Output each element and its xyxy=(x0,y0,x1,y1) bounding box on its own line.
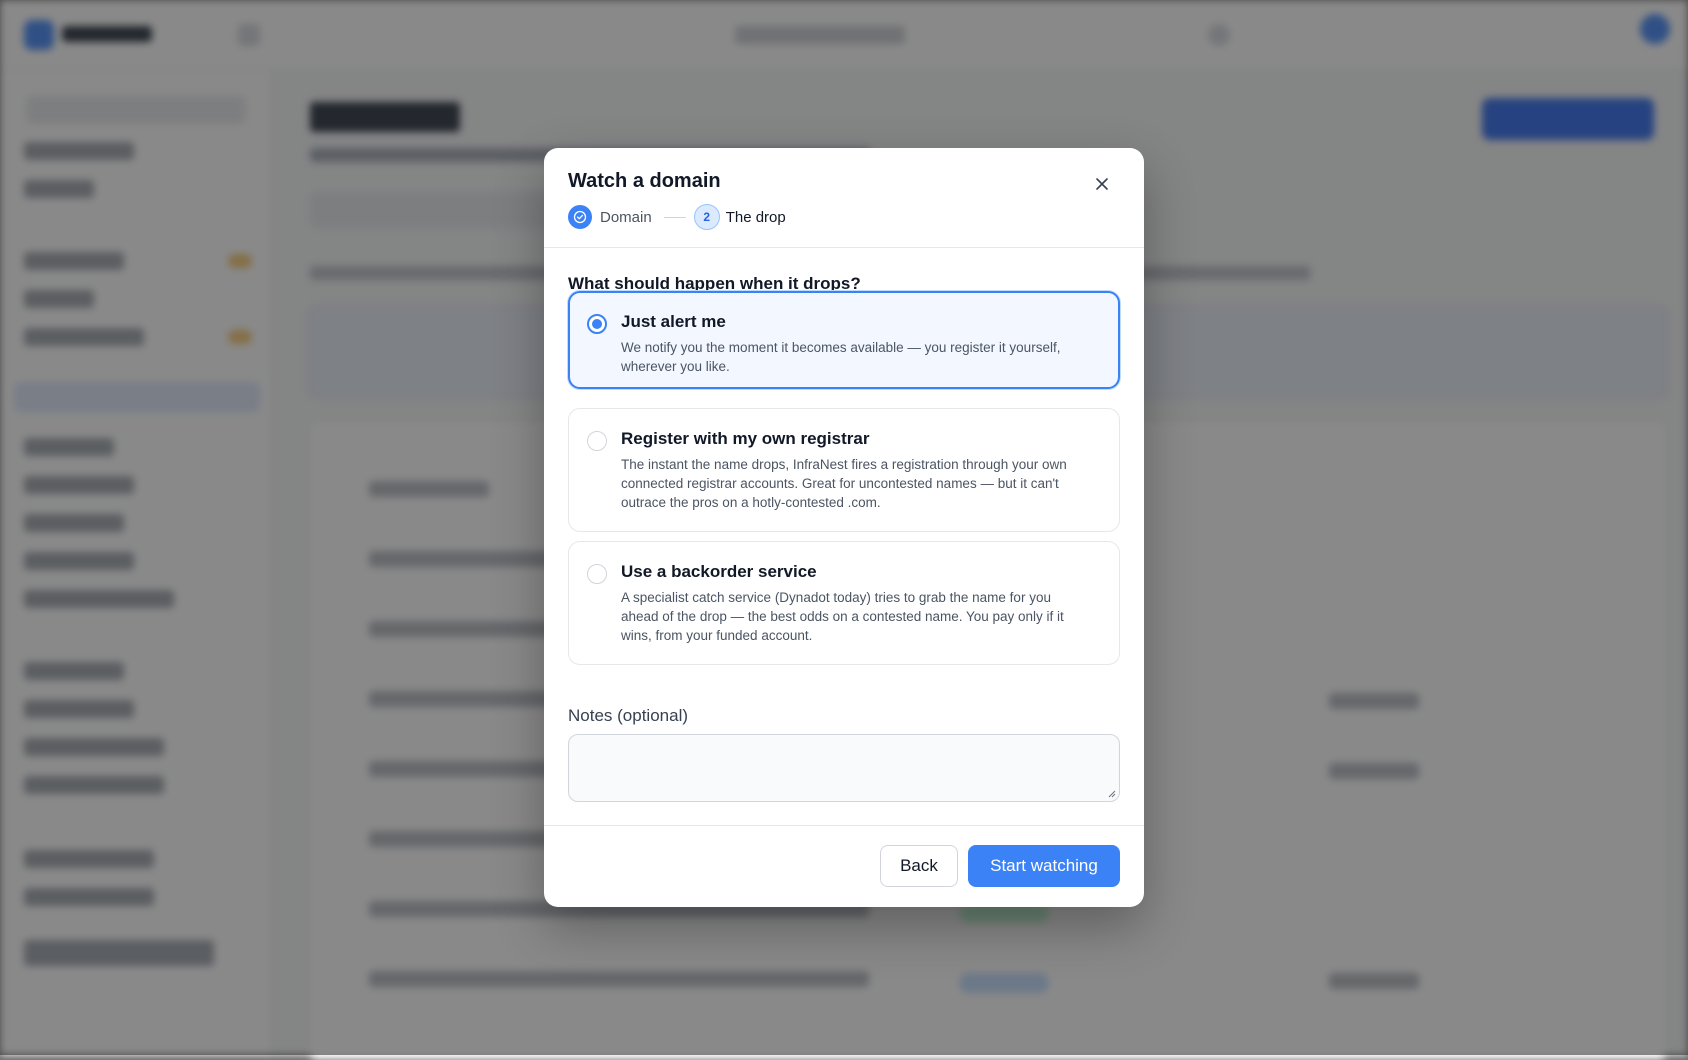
modal-footer: Back Start watching xyxy=(544,825,1144,907)
option-title: Register with my own registrar xyxy=(621,429,869,449)
option-title: Just alert me xyxy=(621,312,726,332)
radio-own-registrar[interactable] xyxy=(587,431,607,451)
option-title: Use a backorder service xyxy=(621,562,817,582)
modal-header: Watch a domain Domain 2 The drop xyxy=(544,148,1144,248)
stepper: Domain 2 The drop xyxy=(568,204,786,230)
check-circle-icon xyxy=(573,210,587,224)
start-watching-button[interactable]: Start watching xyxy=(968,845,1120,887)
modal-title: Watch a domain xyxy=(568,170,721,193)
close-button[interactable] xyxy=(1090,172,1114,196)
notes-label: Notes (optional) xyxy=(568,706,688,726)
notes-textarea[interactable] xyxy=(568,734,1120,802)
watch-domain-modal: Watch a domain Domain 2 The drop What sh… xyxy=(544,148,1144,907)
option-own-registrar[interactable]: Register with my own registrar The insta… xyxy=(568,408,1120,532)
step-connector xyxy=(664,217,686,218)
back-button[interactable]: Back xyxy=(880,845,958,887)
option-backorder-service[interactable]: Use a backorder service A specialist cat… xyxy=(568,541,1120,665)
option-just-alert-me[interactable]: Just alert me We notify you the moment i… xyxy=(568,291,1120,389)
step-label-the-drop: The drop xyxy=(726,209,786,226)
option-description: A specialist catch service (Dynadot toda… xyxy=(621,588,1091,645)
option-description: The instant the name drops, InfraNest fi… xyxy=(621,455,1091,512)
option-description: We notify you the moment it becomes avai… xyxy=(621,338,1091,376)
step-label-domain: Domain xyxy=(600,209,652,226)
radio-backorder-service[interactable] xyxy=(587,564,607,584)
step-complete xyxy=(568,205,592,229)
radio-just-alert-me[interactable] xyxy=(587,314,607,334)
close-icon xyxy=(1095,177,1109,191)
resize-grip-icon[interactable] xyxy=(1106,788,1116,798)
step-number: 2 xyxy=(694,204,720,230)
